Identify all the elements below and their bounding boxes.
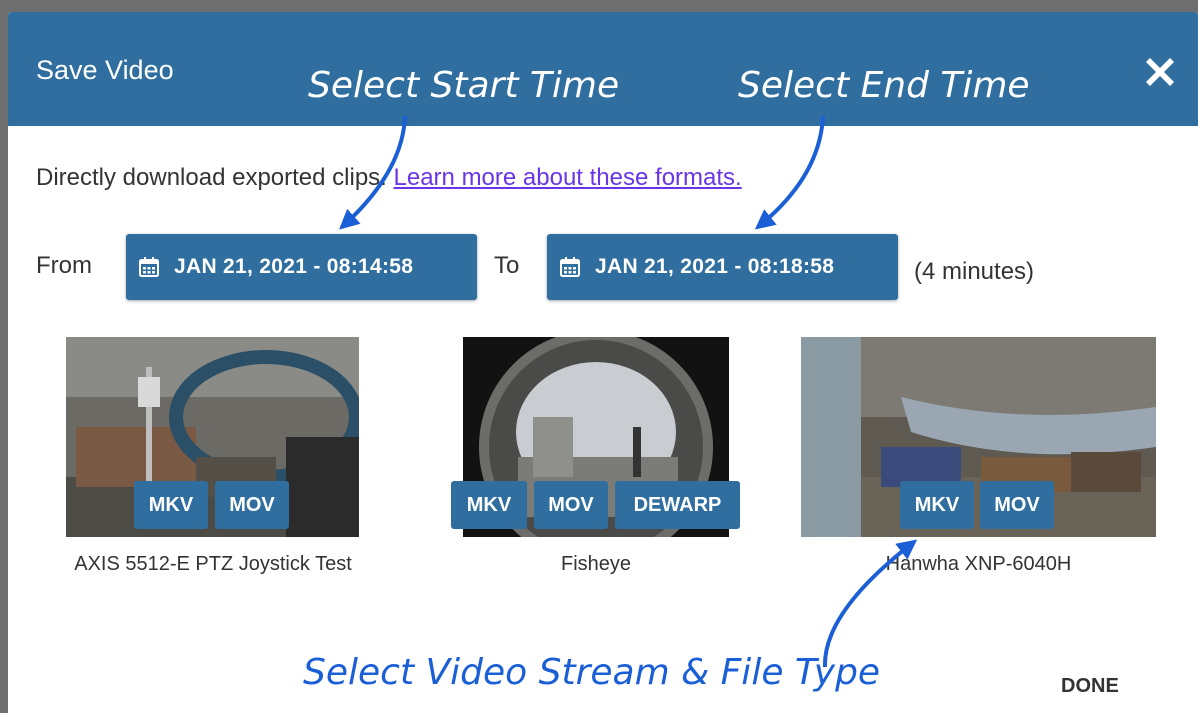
camera-thumbnail-axis[interactable] xyxy=(66,337,359,537)
annotation-select-start: Select Start Time xyxy=(308,65,620,106)
camera-name-axis: AXIS 5512-E PTZ Joystick Test xyxy=(74,553,352,575)
close-icon xyxy=(1146,58,1174,86)
fisheye-mov-button[interactable]: MOV xyxy=(534,481,608,529)
hanwha-mkv-button[interactable]: MKV xyxy=(900,481,974,529)
annotation-select-stream: Select Video Stream & File Type xyxy=(303,652,881,693)
fisheye-dewarp-button[interactable]: DEWARP xyxy=(615,481,740,529)
annotation-select-end: Select End Time xyxy=(738,65,1030,106)
from-label: From xyxy=(36,252,92,279)
axis-mkv-button[interactable]: MKV xyxy=(134,481,208,529)
calendar-icon xyxy=(560,257,580,277)
warehouse-thumbnail-image xyxy=(801,337,1156,537)
end-time-arrow xyxy=(754,115,825,230)
camera-name-hanwha: Hanwha XNP-6040H xyxy=(885,553,1072,575)
save-video-dialog: Save Video Select Start Time Select End … xyxy=(8,12,1198,713)
to-label: To xyxy=(494,252,520,279)
end-time-button[interactable]: JAN 21, 2021 - 08:18:58 xyxy=(547,234,898,300)
close-button[interactable] xyxy=(1138,50,1182,94)
learn-more-link[interactable]: Learn more about these formats. xyxy=(394,164,742,191)
fisheye-mkv-button[interactable]: MKV xyxy=(451,481,527,529)
intro-description: Directly download exported clips. xyxy=(36,164,387,191)
intro-text: Directly download exported clips. Learn … xyxy=(36,164,742,192)
end-time-value: JAN 21, 2021 - 08:18:58 xyxy=(595,255,835,278)
dialog-title: Save Video xyxy=(36,55,174,85)
done-button[interactable]: DONE xyxy=(1061,675,1119,698)
camera-name-fisheye: Fisheye xyxy=(560,553,632,575)
start-time-value: JAN 21, 2021 - 08:14:58 xyxy=(174,255,414,278)
axis-mov-button[interactable]: MOV xyxy=(215,481,289,529)
camera-thumbnail-hanwha[interactable] xyxy=(801,337,1156,537)
calendar-icon xyxy=(139,257,159,277)
warehouse-thumbnail-image xyxy=(66,337,359,537)
duration-text: (4 minutes) xyxy=(914,258,1035,285)
start-time-button[interactable]: JAN 21, 2021 - 08:14:58 xyxy=(126,234,477,300)
hanwha-mov-button[interactable]: MOV xyxy=(980,481,1054,529)
